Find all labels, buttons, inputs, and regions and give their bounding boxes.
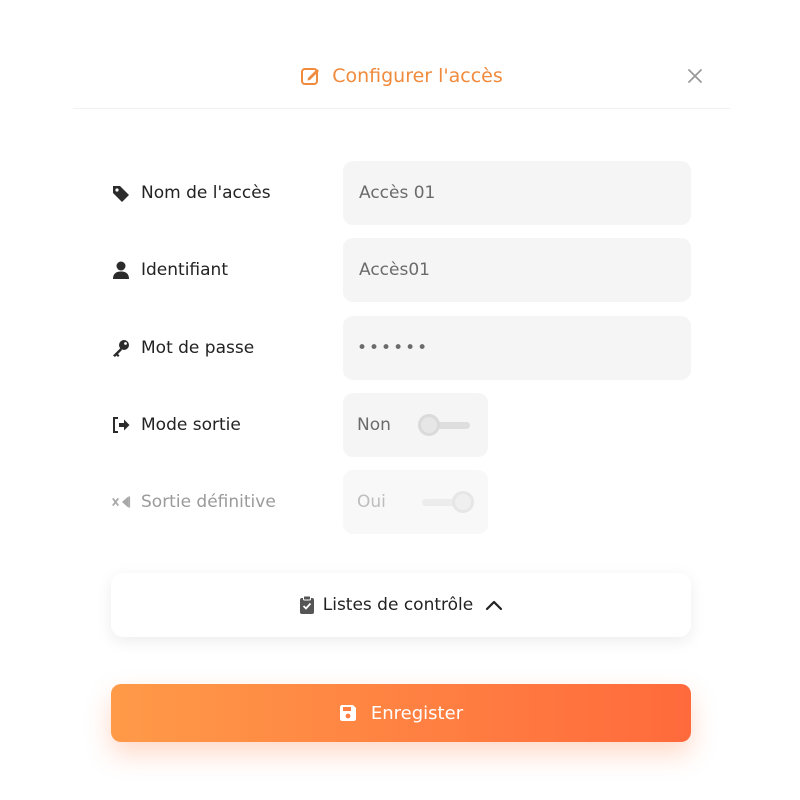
save-button-label: Enregister <box>370 702 464 724</box>
final-exit-toggle-box: Oui <box>343 470 488 534</box>
final-exit-row: Sortie définitive Oui <box>111 470 691 534</box>
edit-icon <box>300 65 322 87</box>
modal-title-wrap: Configurer l'accès <box>73 62 730 90</box>
access-config-modal: Configurer l'accès Nom de l'accès Accès … <box>73 40 730 800</box>
password-input[interactable]: •••••• <box>357 338 429 358</box>
exit-mode-switch[interactable] <box>418 413 474 437</box>
save-icon <box>339 704 357 722</box>
access-name-label: Nom de l'accès <box>111 161 271 225</box>
exit-mode-toggle-box: Non <box>343 393 488 457</box>
identifier-row: Identifiant <box>111 238 691 302</box>
exit-mode-row: Mode sortie Non <box>111 393 691 457</box>
user-icon <box>111 260 131 280</box>
exit-mode-label: Mode sortie <box>111 393 241 457</box>
switch-knob <box>452 491 474 513</box>
backspace-icon <box>111 492 131 512</box>
final-exit-label: Sortie définitive <box>111 470 276 534</box>
identifier-label: Identifiant <box>111 238 228 302</box>
tag-icon <box>111 183 131 203</box>
checklists-label: Listes de contrôle <box>322 595 474 615</box>
key-icon <box>111 338 131 358</box>
final-exit-switch[interactable] <box>418 490 474 514</box>
access-name-row: Nom de l'accès <box>111 161 691 225</box>
modal-title: Configurer l'accès <box>332 65 503 87</box>
checklists-toggle[interactable]: Listes de contrôle <box>111 573 691 637</box>
exit-mode-state: Non <box>357 415 391 435</box>
password-field[interactable]: •••••• <box>343 316 691 380</box>
chevron-up-icon <box>485 599 503 611</box>
save-button[interactable]: Enregister <box>111 684 691 742</box>
close-button[interactable] <box>685 66 705 86</box>
password-row: Mot de passe •••••• <box>111 316 691 380</box>
access-name-field[interactable] <box>343 161 691 225</box>
access-name-input[interactable] <box>357 182 677 204</box>
clipboard-check-icon <box>299 595 315 615</box>
close-icon <box>688 69 702 83</box>
switch-knob <box>418 414 440 436</box>
modal-header: Configurer l'accès <box>73 40 730 109</box>
identifier-input[interactable] <box>357 259 677 281</box>
final-exit-state: Oui <box>357 492 386 512</box>
identifier-field[interactable] <box>343 238 691 302</box>
sign-out-icon <box>111 415 131 435</box>
password-label: Mot de passe <box>111 316 254 380</box>
